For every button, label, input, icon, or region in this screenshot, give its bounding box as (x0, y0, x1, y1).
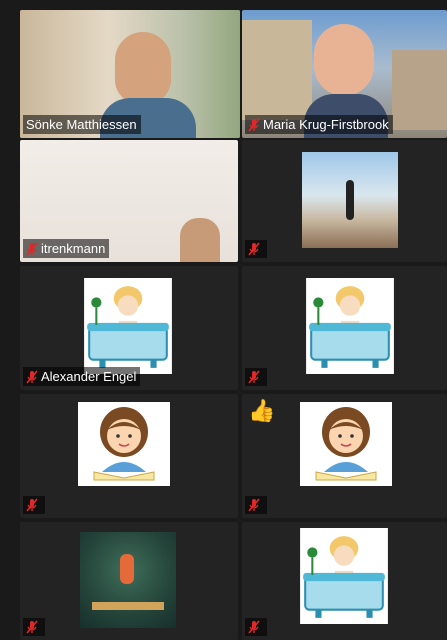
avatar (302, 152, 398, 248)
participant-tile[interactable] (20, 522, 238, 640)
participant-tile[interactable]: Maria Krug-Firstbrook (242, 10, 447, 138)
muted-mic-icon (248, 498, 260, 512)
avatar (78, 402, 170, 486)
participant-name: Maria Krug-Firstbrook (245, 115, 393, 134)
participant-name: Alexander Engel (23, 367, 141, 386)
participant-name (23, 618, 45, 636)
participant-tile[interactable]: 👍 (242, 394, 447, 518)
participant-tile[interactable]: itrenkmann (20, 140, 238, 262)
avatar (84, 278, 172, 374)
avatar (300, 402, 392, 486)
muted-mic-icon (248, 242, 260, 256)
avatar (306, 278, 394, 374)
participant-name (23, 496, 45, 514)
participant-tile[interactable] (242, 522, 447, 640)
avatar (300, 528, 388, 624)
participant-name (245, 496, 267, 514)
participant-name (245, 368, 267, 386)
muted-mic-icon (248, 370, 260, 384)
participant-tile[interactable]: Sönke Matthiessen (20, 10, 240, 138)
muted-mic-icon (26, 241, 38, 256)
participant-tile[interactable] (20, 394, 238, 518)
muted-mic-icon (26, 498, 38, 512)
participant-name (245, 240, 267, 258)
muted-mic-icon (248, 117, 260, 132)
thumbs-up-reaction-icon: 👍 (248, 398, 276, 423)
participant-name (245, 618, 267, 636)
participant-tile[interactable] (242, 140, 447, 262)
participant-tile[interactable] (242, 266, 447, 390)
muted-mic-icon (26, 369, 38, 384)
avatar (80, 532, 176, 628)
muted-mic-icon (248, 620, 260, 634)
participant-tile[interactable]: Alexander Engel (20, 266, 238, 390)
participant-name: Sönke Matthiessen (23, 115, 141, 134)
muted-mic-icon (26, 620, 38, 634)
participant-name: itrenkmann (23, 239, 110, 258)
